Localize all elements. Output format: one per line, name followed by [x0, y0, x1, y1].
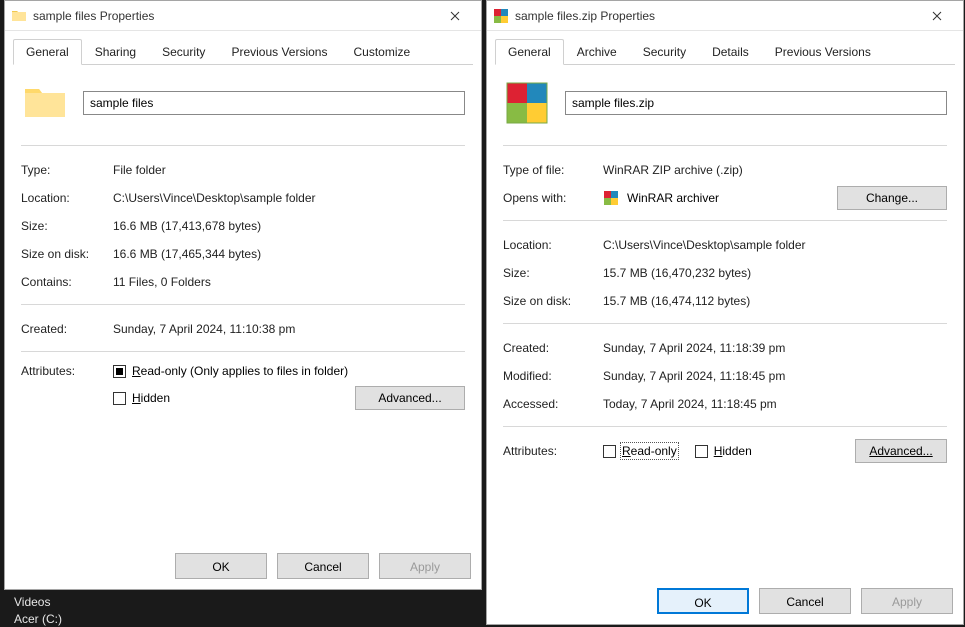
checkbox-hidden[interactable] [695, 445, 708, 458]
name-input[interactable] [565, 91, 947, 115]
label-created: Created: [503, 341, 603, 355]
value-type-of-file: WinRAR ZIP archive (.zip) [603, 163, 743, 177]
label-hidden: Hidden [132, 391, 170, 405]
tab-customize[interactable]: Customize [340, 39, 423, 64]
tabstrip: General Archive Security Details Previou… [487, 31, 963, 64]
tab-security[interactable]: Security [149, 39, 218, 64]
window-title: sample files Properties [33, 9, 435, 23]
folder-large-icon [21, 79, 69, 127]
value-size: 16.6 MB (17,413,678 bytes) [113, 219, 261, 233]
tab-previous-versions[interactable]: Previous Versions [218, 39, 340, 64]
folder-icon [11, 8, 27, 24]
window-title: sample files.zip Properties [515, 9, 917, 23]
tabstrip: General Sharing Security Previous Versio… [5, 31, 481, 64]
value-contains: 11 Files, 0 Folders [113, 275, 211, 289]
ok-button[interactable]: OK [657, 588, 749, 614]
value-opens-with: WinRAR archiver [627, 191, 837, 205]
label-attributes: Attributes: [21, 364, 113, 378]
checkbox-hidden[interactable] [113, 392, 126, 405]
value-location: C:\Users\Vince\Desktop\sample folder [113, 191, 316, 205]
label-size: Size: [503, 266, 603, 280]
close-button[interactable] [435, 2, 475, 30]
winrar-large-icon [503, 79, 551, 127]
cancel-button[interactable]: Cancel [277, 553, 369, 579]
close-icon [932, 11, 942, 21]
tab-previous-versions[interactable]: Previous Versions [762, 39, 884, 64]
label-readonly: Read-only [622, 444, 677, 458]
label-attributes: Attributes: [503, 444, 603, 458]
label-location: Location: [503, 238, 603, 252]
label-size: Size: [21, 219, 113, 233]
value-modified: Sunday, 7 April 2024, 11:18:45 pm [603, 369, 785, 383]
value-size: 15.7 MB (16,470,232 bytes) [603, 266, 751, 280]
checkbox-readonly[interactable] [603, 445, 616, 458]
cancel-button[interactable]: Cancel [759, 588, 851, 614]
label-type-of-file: Type of file: [503, 163, 603, 177]
label-size-on-disk: Size on disk: [21, 247, 113, 261]
apply-button: Apply [379, 553, 471, 579]
explorer-item-drive[interactable]: Acer (C:) [14, 612, 62, 626]
value-location: C:\Users\Vince\Desktop\sample folder [603, 238, 806, 252]
value-created: Sunday, 7 April 2024, 11:10:38 pm [113, 322, 295, 336]
label-contains: Contains: [21, 275, 113, 289]
label-hidden: Hidden [714, 444, 752, 458]
advanced-button[interactable]: Advanced... [855, 439, 947, 463]
label-location: Location: [21, 191, 113, 205]
winrar-small-icon [603, 190, 619, 206]
explorer-item-videos[interactable]: Videos [14, 595, 50, 609]
general-panel: Type:File folder Location:C:\Users\Vince… [5, 65, 481, 542]
close-button[interactable] [917, 2, 957, 30]
titlebar: sample files Properties [5, 1, 481, 31]
titlebar: sample files.zip Properties [487, 1, 963, 31]
label-readonly: Read-only (Only applies to files in fold… [132, 364, 348, 378]
dialog-footer: OK Cancel Apply [5, 542, 481, 589]
change-button[interactable]: Change... [837, 186, 947, 210]
label-modified: Modified: [503, 369, 603, 383]
label-type: Type: [21, 163, 113, 177]
general-panel: Type of file:WinRAR ZIP archive (.zip) O… [487, 65, 963, 577]
properties-dialog-folder: sample files Properties General Sharing … [4, 0, 482, 590]
apply-button: Apply [861, 588, 953, 614]
winrar-icon [493, 8, 509, 24]
value-type: File folder [113, 163, 166, 177]
tab-details[interactable]: Details [699, 39, 762, 64]
value-created: Sunday, 7 April 2024, 11:18:39 pm [603, 341, 785, 355]
value-size-on-disk: 15.7 MB (16,474,112 bytes) [603, 294, 750, 308]
ok-button[interactable]: OK [175, 553, 267, 579]
label-opens-with: Opens with: [503, 191, 603, 205]
tab-security[interactable]: Security [630, 39, 699, 64]
properties-dialog-zip: sample files.zip Properties General Arch… [486, 0, 964, 625]
label-accessed: Accessed: [503, 397, 603, 411]
tab-archive[interactable]: Archive [564, 39, 630, 64]
label-created: Created: [21, 322, 113, 336]
dialog-footer: OK Cancel Apply [487, 577, 963, 624]
advanced-button[interactable]: Advanced... [355, 386, 465, 410]
label-size-on-disk: Size on disk: [503, 294, 603, 308]
value-size-on-disk: 16.6 MB (17,465,344 bytes) [113, 247, 261, 261]
tab-general[interactable]: General [495, 39, 564, 65]
tab-general[interactable]: General [13, 39, 82, 65]
checkbox-readonly[interactable] [113, 365, 126, 378]
name-input[interactable] [83, 91, 465, 115]
close-icon [450, 11, 460, 21]
tab-sharing[interactable]: Sharing [82, 39, 149, 64]
value-accessed: Today, 7 April 2024, 11:18:45 pm [603, 397, 777, 411]
